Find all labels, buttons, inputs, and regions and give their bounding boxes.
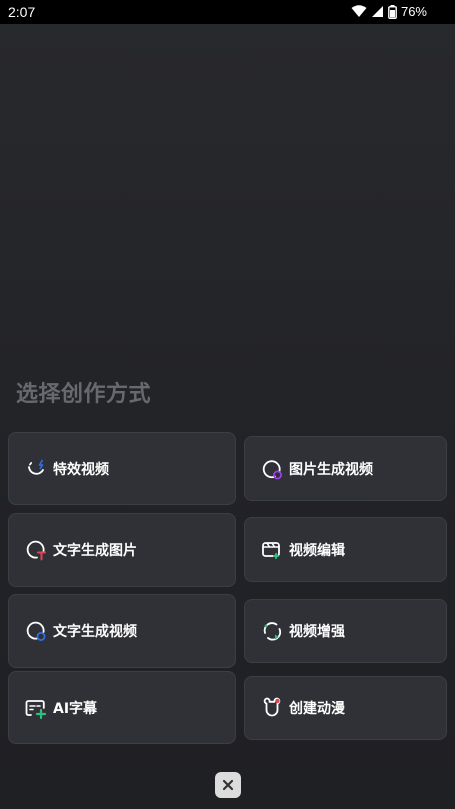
ai-subtitles-icon — [25, 697, 47, 719]
video-enhance-label: 视频增强 — [289, 624, 345, 640]
battery-percent: 76% — [400, 4, 427, 19]
image-to-video-card[interactable]: 图片生成视频 — [244, 436, 447, 501]
video-edit-icon — [261, 539, 283, 561]
ai-subtitles-card[interactable]: AI字幕 — [8, 671, 236, 744]
text-to-image-label: 文字生成图片 — [53, 543, 137, 559]
create-anime-label: 创建动漫 — [289, 701, 345, 717]
video-edit-card[interactable]: 视频编辑 — [244, 517, 447, 582]
effects-video-label: 特效视频 — [53, 461, 109, 478]
video-edit-label: 视频编辑 — [289, 542, 345, 559]
text-to-video-label: 文字生成视频 — [53, 624, 137, 640]
text-to-image-icon — [25, 539, 47, 561]
create-anime-card[interactable]: 创建动漫 — [244, 676, 447, 740]
ai-subtitles-label: AI字幕 — [53, 700, 98, 717]
effects-video-card[interactable]: 特效视频 — [8, 432, 236, 505]
cellular-signal-icon — [371, 5, 384, 18]
image-to-video-icon — [261, 458, 283, 480]
wifi-icon — [351, 5, 367, 18]
status-bar: 2:07 76% — [0, 0, 455, 24]
video-enhance-icon — [261, 620, 283, 642]
close-icon — [222, 776, 234, 795]
create-anime-icon — [261, 697, 283, 719]
close-button[interactable] — [215, 772, 241, 798]
page-title: 选择创作方式 — [16, 382, 152, 407]
status-icons: 76% — [351, 4, 427, 19]
image-to-video-label: 图片生成视频 — [289, 461, 373, 478]
text-to-video-icon — [25, 620, 47, 642]
status-time: 2:07 — [8, 4, 36, 20]
text-to-image-card[interactable]: 文字生成图片 — [8, 513, 236, 587]
battery-icon — [388, 4, 397, 19]
video-enhance-card[interactable]: 视频增强 — [244, 599, 447, 663]
text-to-video-card[interactable]: 文字生成视频 — [8, 594, 236, 668]
effects-video-icon — [25, 458, 47, 480]
